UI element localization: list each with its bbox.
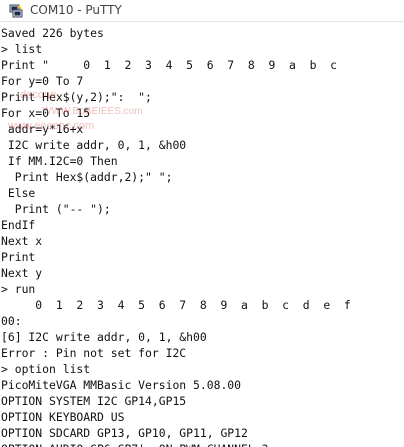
terminal-line: Next y (1, 266, 43, 280)
terminal-line: For x=0 To 15 (1, 106, 91, 120)
terminal-line: If MM.I2C=0 Then (1, 154, 118, 168)
putty-window: COM10 - PuTTY Saved 226 bytes > list Print… (0, 0, 404, 447)
terminal-line: Print " 0 1 2 3 4 5 6 7 8 9 a b c (1, 58, 338, 72)
terminal-line: I2C write addr, 0, 1, &h00 (1, 138, 187, 152)
window-title: COM10 - PuTTY (30, 3, 122, 17)
putty-terminal-icon (9, 4, 23, 18)
terminal-line: Print Hex$(y,2);": "; (1, 90, 152, 104)
terminal-line: OPTION SYSTEM I2C GP14,GP15 (1, 394, 187, 408)
terminal-line: PicoMiteVGA MMBasic Version 5.08.00 (1, 378, 242, 392)
terminal-line: Next x (1, 234, 43, 248)
terminal-line: EndIf (1, 218, 36, 232)
terminal-line: addr=y*16+x (1, 122, 84, 136)
terminal-line: > option list (1, 362, 91, 376)
terminal-line: OPTION SDCARD GP13, GP10, GP11, GP12 (1, 426, 248, 440)
terminal-line: Else (1, 186, 36, 200)
terminal-line: 0 1 2 3 4 5 6 7 8 9 a b c d e f (1, 298, 351, 312)
terminal-line: Print (1, 250, 36, 264)
terminal-line: Print Hex$(addr,2);" "; (1, 170, 173, 184)
terminal-line: [6] I2C write addr, 0, 1, &h00 (1, 330, 207, 344)
terminal-line: OPTION AUDIO GP6,GP7', ON PWM CHANNEL 3 (1, 441, 404, 447)
terminal-line: 00: (1, 314, 22, 328)
terminal-line: OPTION KEYBOARD US (1, 410, 125, 424)
terminal-line: > run (1, 282, 36, 296)
terminal-line: Print ("-- "); (1, 202, 111, 216)
terminal-line: > list (1, 42, 43, 56)
terminal-line: For y=0 To 7 (1, 74, 84, 88)
title-bar[interactable]: COM10 - PuTTY (0, 0, 404, 22)
terminal-output[interactable]: Saved 226 bytes > list Print " 0 1 2 3 4 5… (0, 22, 404, 447)
terminal-line: Error : Pin not set for I2C (1, 346, 187, 360)
terminal-line: Saved 226 bytes (1, 26, 104, 40)
